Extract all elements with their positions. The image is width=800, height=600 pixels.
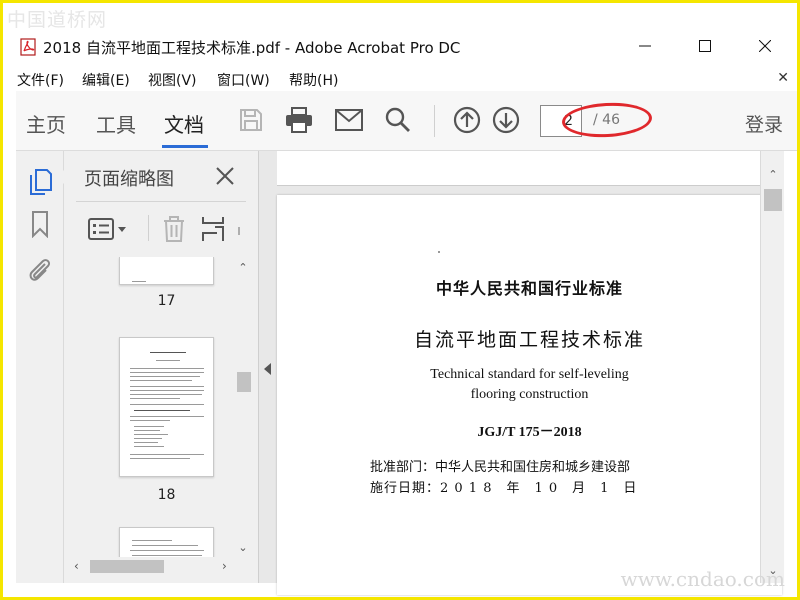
scroll-down-icon[interactable]: ⌄	[237, 541, 249, 554]
login-button[interactable]: 登录	[745, 110, 783, 137]
toolbar-separator	[434, 105, 435, 137]
window-title: 2018 自流平地面工程技术标准.pdf - Adobe Acrobat Pro…	[43, 39, 461, 57]
doc-effective-date: 施行日期：2 0 1 8 年 1 0 月 1 日	[370, 481, 638, 496]
thumbnail-panel: 页面缩略图 17 18 ⌃ ⌄ ‹ ›	[57, 151, 259, 583]
attachment-icon[interactable]	[26, 255, 54, 285]
delete-page-icon[interactable]	[160, 213, 188, 245]
menu-window[interactable]: 窗口(W)	[217, 70, 270, 90]
watermark-bottom: www.cndao.com	[620, 567, 785, 591]
collapse-panel-icon[interactable]	[263, 361, 273, 377]
menu-bar: 文件(F) 编辑(E) 视图(V) 窗口(W) 帮助(H) ✕	[3, 67, 797, 91]
scrollbar-thumb[interactable]	[237, 372, 251, 392]
active-tab-indicator	[162, 145, 208, 148]
bookmark-icon[interactable]	[26, 209, 54, 239]
navigation-rail	[16, 151, 64, 583]
doc-title-en-line2: flooring construction	[470, 387, 589, 402]
document-viewer[interactable]: 中华人民共和国行业标准 自流平地面工程技术标准 Technical standa…	[259, 151, 784, 595]
tab-tools[interactable]: 工具	[96, 109, 136, 138]
panel-toolbar-separator	[148, 215, 149, 241]
thumbnail-page[interactable]	[119, 337, 214, 477]
panel-title: 页面缩略图	[84, 169, 174, 190]
thumbnail-page-number: 17	[157, 293, 176, 309]
tab-document[interactable]: 文档	[164, 109, 204, 138]
previous-page-view	[277, 151, 782, 186]
close-window-button[interactable]	[745, 33, 785, 59]
scrollbar-thumb[interactable]	[764, 189, 782, 211]
app-window: 中国道桥网 2018 自流平地面工程技术标准.pdf - Adobe Acrob…	[3, 3, 797, 597]
watermark-top: 中国道桥网	[7, 9, 108, 31]
document-page: 中华人民共和国行业标准 自流平地面工程技术标准 Technical standa…	[277, 195, 782, 595]
menu-help[interactable]: 帮助(H)	[289, 70, 338, 90]
menu-view[interactable]: 视图(V)	[148, 70, 197, 90]
tab-home[interactable]: 主页	[26, 109, 66, 138]
thumbnail-horizontal-scrollbar[interactable]: ‹ ›	[72, 557, 234, 575]
insert-page-icon[interactable]	[200, 213, 228, 245]
previous-page-icon[interactable]	[452, 105, 482, 135]
doc-subtitle-cn: 自流平地面工程技术标准	[413, 329, 645, 351]
title-bar: 2018 自流平地面工程技术标准.pdf - Adobe Acrobat Pro…	[3, 31, 797, 61]
pdf-file-icon	[20, 38, 38, 60]
close-panel-icon[interactable]	[212, 163, 238, 189]
doc-title-cn: 中华人民共和国行业标准	[435, 279, 623, 298]
email-icon[interactable]	[334, 105, 364, 135]
page-thumbnails-icon[interactable]	[26, 165, 54, 195]
close-document-icon[interactable]: ✕	[777, 70, 789, 86]
options-menu-icon[interactable]	[86, 213, 130, 245]
document-vertical-scrollbar[interactable]: ⌃ ⌄	[760, 151, 784, 583]
panel-toolbar	[76, 211, 246, 247]
thumbnail-page[interactable]	[119, 527, 214, 557]
maximize-button[interactable]	[685, 33, 725, 59]
scrollbar-thumb[interactable]	[90, 560, 164, 573]
minimize-button[interactable]	[625, 33, 665, 59]
search-icon[interactable]	[383, 105, 413, 135]
scroll-right-icon[interactable]: ›	[222, 559, 227, 573]
doc-approval-dept: 批准部门：中华人民共和国住房和城乡建设部	[370, 460, 631, 475]
save-icon[interactable]	[236, 105, 266, 135]
thumbnail-page[interactable]	[119, 257, 214, 285]
next-page-icon[interactable]	[491, 105, 521, 135]
more-tools-icon[interactable]	[234, 213, 244, 245]
menu-file[interactable]: 文件(F)	[17, 70, 64, 90]
panel-pointer	[57, 169, 65, 185]
doc-title-en-line1: Technical standard for self-leveling	[430, 367, 629, 382]
scroll-up-icon[interactable]: ⌃	[237, 261, 249, 274]
menu-edit[interactable]: 编辑(E)	[82, 70, 130, 90]
thumbnail-list: 17 18	[64, 257, 232, 557]
scroll-left-icon[interactable]: ‹	[74, 559, 79, 573]
thumbnail-page-number: 18	[157, 487, 176, 503]
scroll-up-icon[interactable]: ⌃	[766, 167, 780, 181]
doc-standard-code: JGJ/T 175－2018	[477, 425, 582, 440]
panel-divider	[76, 201, 246, 202]
print-icon[interactable]	[284, 105, 314, 135]
thumbnail-vertical-scrollbar[interactable]: ⌃ ⌄	[234, 257, 252, 557]
toolbar: 主页 工具 文档 / 46 登录	[16, 91, 797, 151]
page-speck	[438, 251, 440, 253]
